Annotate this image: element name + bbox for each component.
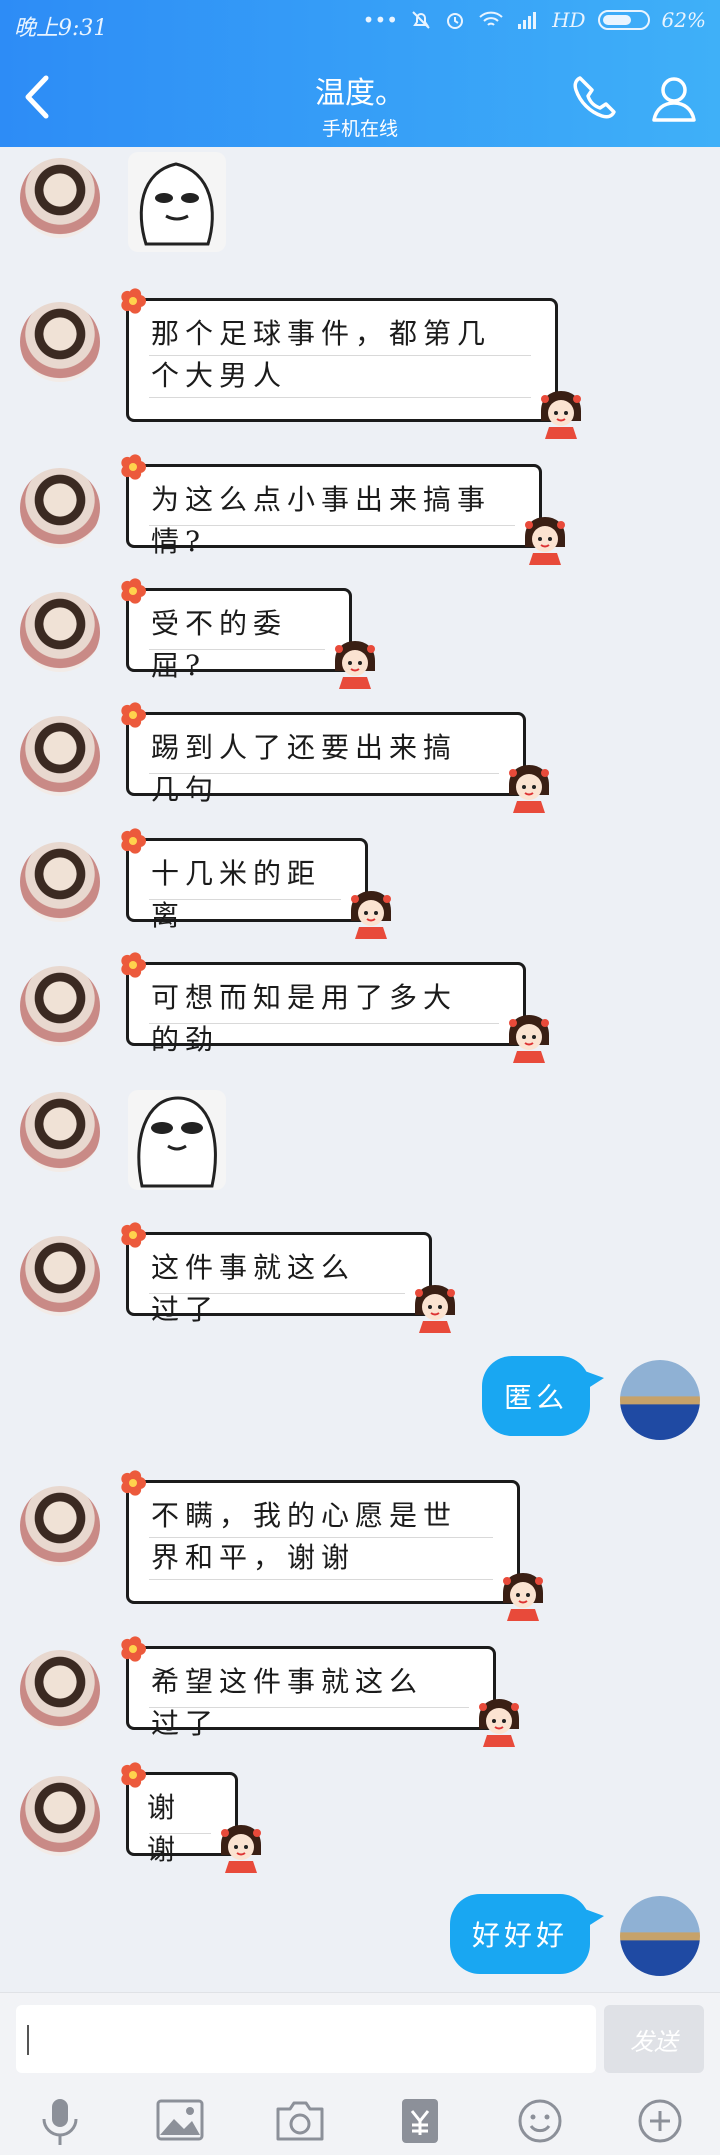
phone-icon[interactable]	[566, 70, 622, 126]
send-button[interactable]: 发送	[604, 2005, 704, 2073]
doll-decoration-icon	[535, 387, 587, 441]
wifi-icon	[479, 11, 503, 26]
camera-icon[interactable]	[270, 2093, 330, 2149]
message-input[interactable]	[16, 2005, 596, 2073]
bubble-rule	[149, 1833, 211, 1834]
contact-avatar[interactable]	[20, 716, 100, 796]
contact-avatar[interactable]	[20, 1092, 100, 1172]
bubble-rule	[149, 649, 325, 650]
message-text: 这件事就这么过了	[151, 1251, 356, 1326]
contact-avatar[interactable]	[20, 1486, 100, 1566]
flower-decoration-icon	[119, 1633, 147, 1662]
message-bubble[interactable]: 希望这件事就这么过了	[121, 1636, 519, 1747]
doll-decoration-icon	[215, 1821, 267, 1875]
message-bubble[interactable]: 为这么点小事出来搞事情?	[121, 454, 565, 565]
contact-avatar[interactable]	[20, 842, 100, 922]
mute-bell-icon	[412, 11, 430, 29]
message-bubble[interactable]: 那个足球事件，都第几个大男人	[121, 288, 581, 439]
my-avatar[interactable]	[620, 1896, 700, 1976]
signal-icon	[518, 12, 537, 29]
status-bar: 晚上9:31 ••• HD 62%	[0, 0, 720, 50]
contact-avatar[interactable]	[20, 1776, 100, 1856]
input-area: 发送	[0, 1992, 720, 2155]
doll-decoration-icon	[409, 1281, 461, 1335]
sticker-image[interactable]	[128, 1090, 226, 1190]
alarm-icon	[447, 13, 464, 29]
blob-face-icon	[139, 162, 214, 246]
doll-decoration-icon	[503, 761, 555, 815]
doll-decoration-icon	[345, 887, 397, 941]
message-text: 希望这件事就这么过了	[151, 1665, 424, 1740]
profile-icon[interactable]	[646, 70, 702, 126]
bubble-rule	[149, 1293, 405, 1294]
flower-decoration-icon	[119, 949, 147, 978]
bubble-rule	[149, 1023, 499, 1024]
dots-icon: •••	[362, 8, 399, 32]
chat-header: 晚上9:31 ••• HD 62% 温度。 手机在线	[0, 0, 720, 147]
red-packet-icon[interactable]	[390, 2093, 450, 2149]
my-avatar[interactable]	[620, 1360, 700, 1440]
sticker-image[interactable]	[128, 152, 226, 252]
message-text: 为这么点小事出来搞事情?	[151, 483, 492, 558]
blob-face-icon	[137, 1096, 217, 1188]
doll-decoration-icon	[497, 1569, 549, 1623]
message-text: 十几米的距离	[151, 857, 322, 932]
mic-icon[interactable]	[30, 2093, 90, 2149]
flower-decoration-icon	[119, 825, 147, 854]
bubble-rule	[149, 525, 515, 526]
message-text: 踢到人了还要出来搞几句	[151, 731, 458, 806]
input-toolbar	[0, 2093, 720, 2149]
message-bubble[interactable]: 不瞒，我的心愿是世界和平，谢谢	[121, 1470, 543, 1621]
bubble-rule	[149, 1537, 493, 1538]
outgoing-message[interactable]: 匿么	[482, 1356, 604, 1436]
bubble-tail	[582, 1370, 604, 1392]
contact-avatar[interactable]	[20, 158, 100, 238]
message-bubble[interactable]: 受不的委屈?	[121, 578, 375, 689]
contact-avatar[interactable]	[20, 468, 100, 548]
bubble-rule	[149, 1707, 469, 1708]
flower-decoration-icon	[119, 1467, 147, 1496]
message-bubble[interactable]: 这件事就这么过了	[121, 1222, 455, 1333]
bubble-rule	[149, 899, 341, 900]
contact-avatar[interactable]	[20, 1650, 100, 1730]
flower-decoration-icon	[119, 1759, 147, 1788]
message-text: 受不的委屈?	[151, 607, 288, 682]
battery-icon	[597, 10, 650, 30]
doll-decoration-icon	[473, 1695, 525, 1749]
bubble-rule	[149, 773, 499, 774]
bubble-rule	[149, 1579, 493, 1580]
message-text: 匿么	[503, 1381, 568, 1414]
message-bubble[interactable]: 踢到人了还要出来搞几句	[121, 702, 549, 813]
contact-avatar[interactable]	[20, 1236, 100, 1316]
contact-avatar[interactable]	[20, 966, 100, 1046]
text-cursor	[27, 2025, 29, 2055]
contact-avatar[interactable]	[20, 592, 100, 672]
status-time: 晚上9:31	[14, 16, 108, 41]
message-text: 可想而知是用了多大的劲	[151, 981, 458, 1056]
emoji-icon[interactable]	[510, 2093, 570, 2149]
status-icons: ••• HD 62%	[363, 8, 706, 32]
flower-decoration-icon	[119, 1219, 147, 1248]
flower-decoration-icon	[119, 575, 147, 604]
bubble-rule	[149, 355, 531, 356]
flower-decoration-icon	[119, 285, 147, 314]
doll-decoration-icon	[503, 1011, 555, 1065]
message-bubble[interactable]: 可想而知是用了多大的劲	[121, 952, 549, 1063]
contact-avatar[interactable]	[20, 302, 100, 382]
flower-decoration-icon	[119, 699, 147, 728]
doll-decoration-icon	[329, 637, 381, 691]
message-text: 谢谢	[147, 1791, 182, 1866]
image-icon[interactable]	[150, 2093, 210, 2149]
message-text: 好好好	[471, 1919, 568, 1952]
flower-decoration-icon	[119, 451, 147, 480]
plus-icon[interactable]	[630, 2093, 690, 2149]
bubble-tail	[582, 1908, 604, 1930]
battery-percent: 62%	[661, 8, 706, 32]
message-bubble[interactable]: 谢谢	[121, 1762, 261, 1873]
outgoing-message[interactable]: 好好好	[450, 1894, 604, 1974]
doll-decoration-icon	[519, 513, 571, 567]
network-label: HD	[552, 8, 586, 32]
bubble-rule	[149, 397, 531, 398]
message-bubble[interactable]: 十几米的距离	[121, 828, 391, 939]
